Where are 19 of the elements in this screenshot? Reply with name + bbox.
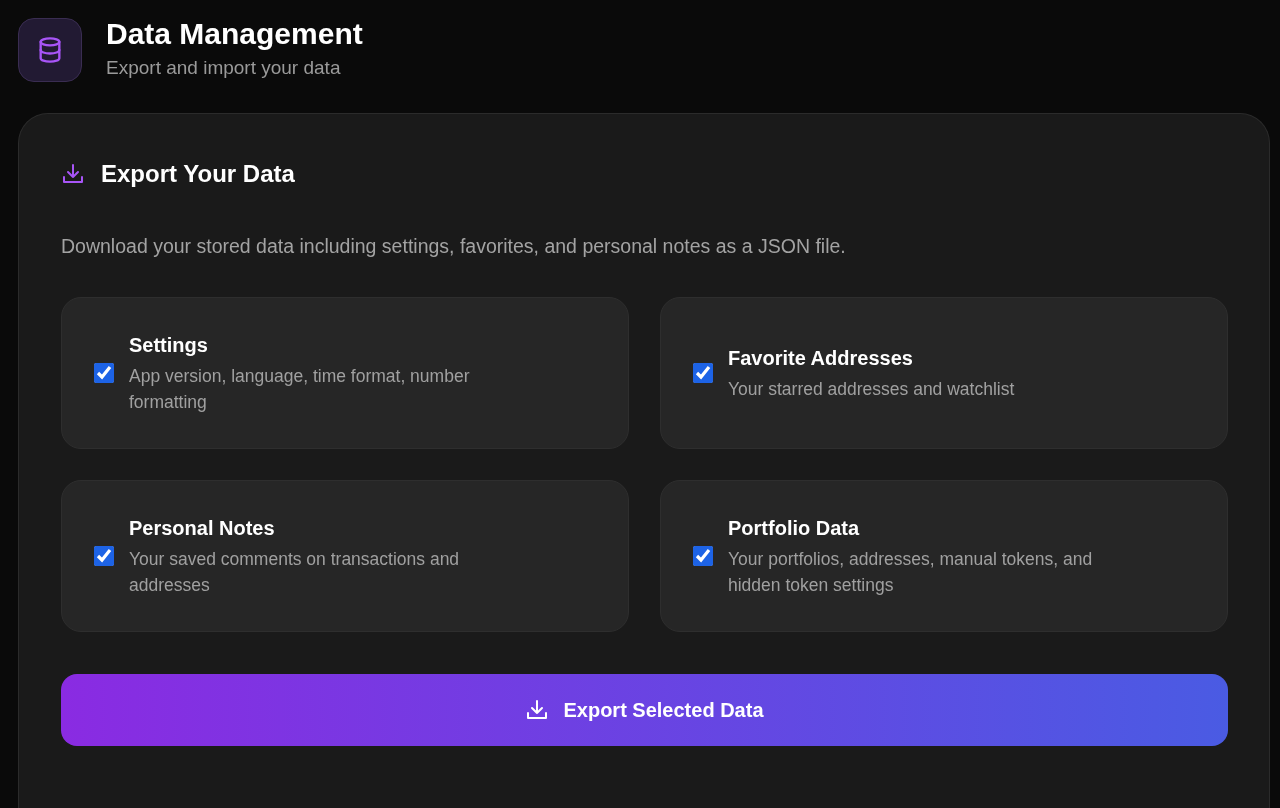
option-label: Settings [129, 333, 209, 359]
export-button[interactable]: Export Selected Data [61, 673, 1228, 746]
section-title: Export Your Data [101, 158, 295, 189]
checkbox[interactable] [693, 362, 713, 383]
option-description: Your portfolios, addresses, manual tokens, and hidden token settings [728, 548, 1094, 597]
download-icon [525, 697, 550, 722]
page-title: Data Management [106, 17, 363, 50]
checkbox[interactable] [94, 362, 114, 383]
option-description: App version, language, time format, number formatting [129, 365, 471, 414]
page-subtitle: Export and import your data [106, 56, 342, 80]
option-label: Portfolio Data [728, 516, 861, 542]
option-description: Your starred addresses and watchlist [728, 378, 1015, 402]
checkbox[interactable] [94, 545, 114, 566]
option-description: Your saved comments on transactions and addresses [129, 548, 461, 597]
checkbox[interactable] [693, 545, 713, 566]
download-icon [61, 161, 85, 186]
section-description: Download your stored data including settings, favorites, and personal notes as a JSON file. [61, 233, 847, 259]
option-label: Favorite Addresses [728, 346, 914, 372]
option-label: Personal Notes [129, 516, 276, 542]
